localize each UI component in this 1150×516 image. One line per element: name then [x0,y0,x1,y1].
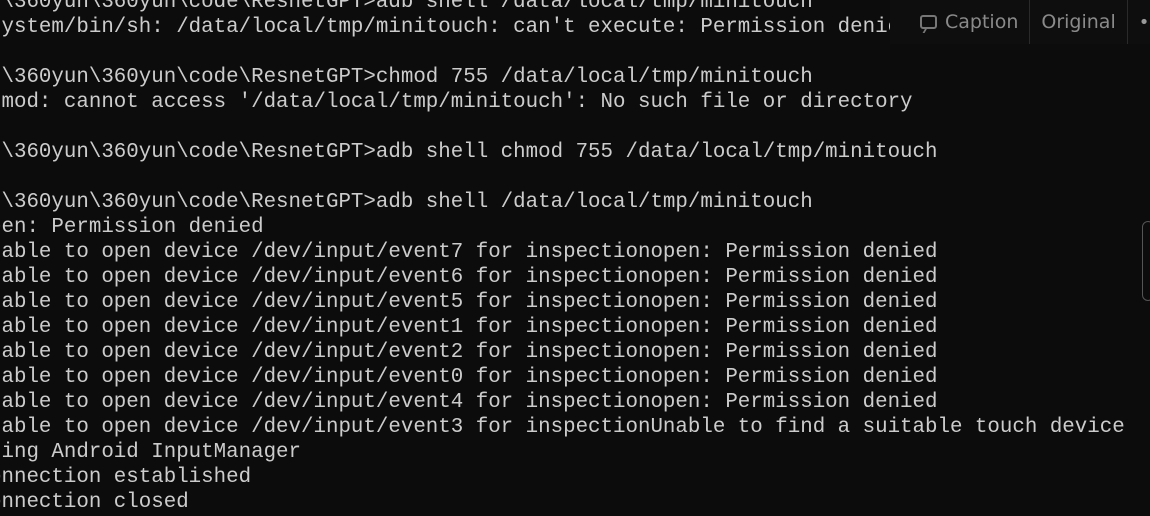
terminal-line: nable to open device /dev/input/event7 f… [0,240,938,264]
terminal-line: nable to open device /dev/input/event6 f… [0,265,938,289]
more-icon: ••• [1138,11,1150,33]
terminal-output: :\360yun\360yun\code\ResnetGPT>adb shell… [0,0,1125,515]
terminal-line: onnection established [0,465,252,489]
caption-label: Caption [945,11,1019,33]
more-options-button[interactable]: ••• [1128,0,1150,44]
original-button[interactable]: Original [1030,0,1128,44]
terminal-line: nable to open device /dev/input/event2 f… [0,340,938,364]
terminal-line: pen: Permission denied [0,215,264,239]
terminal-line: sing Android InputManager [0,440,302,464]
terminal-line: onnection closed [0,490,189,514]
original-label: Original [1041,11,1116,33]
scrollbar-thumb[interactable] [1142,221,1150,301]
terminal-line: nable to open device /dev/input/event1 f… [0,315,938,339]
image-toolbar: Caption Original ••• [890,0,1150,44]
terminal-line: nable to open device /dev/input/event3 f… [0,415,1125,439]
terminal-line: :\360yun\360yun\code\ResnetGPT>adb shell… [0,190,813,214]
caption-button[interactable]: Caption [890,0,1031,44]
caption-icon [920,15,937,29]
terminal-line: :\360yun\360yun\code\ResnetGPT>chmod 755… [0,65,813,89]
terminal-line: :\360yun\360yun\code\ResnetGPT>adb shell… [0,140,938,164]
terminal-line: hmod: cannot access '/data/local/tmp/min… [0,90,913,114]
terminal-line: nable to open device /dev/input/event5 f… [0,290,938,314]
terminal-line: nable to open device /dev/input/event4 f… [0,390,938,414]
terminal-line: nable to open device /dev/input/event0 f… [0,365,938,389]
